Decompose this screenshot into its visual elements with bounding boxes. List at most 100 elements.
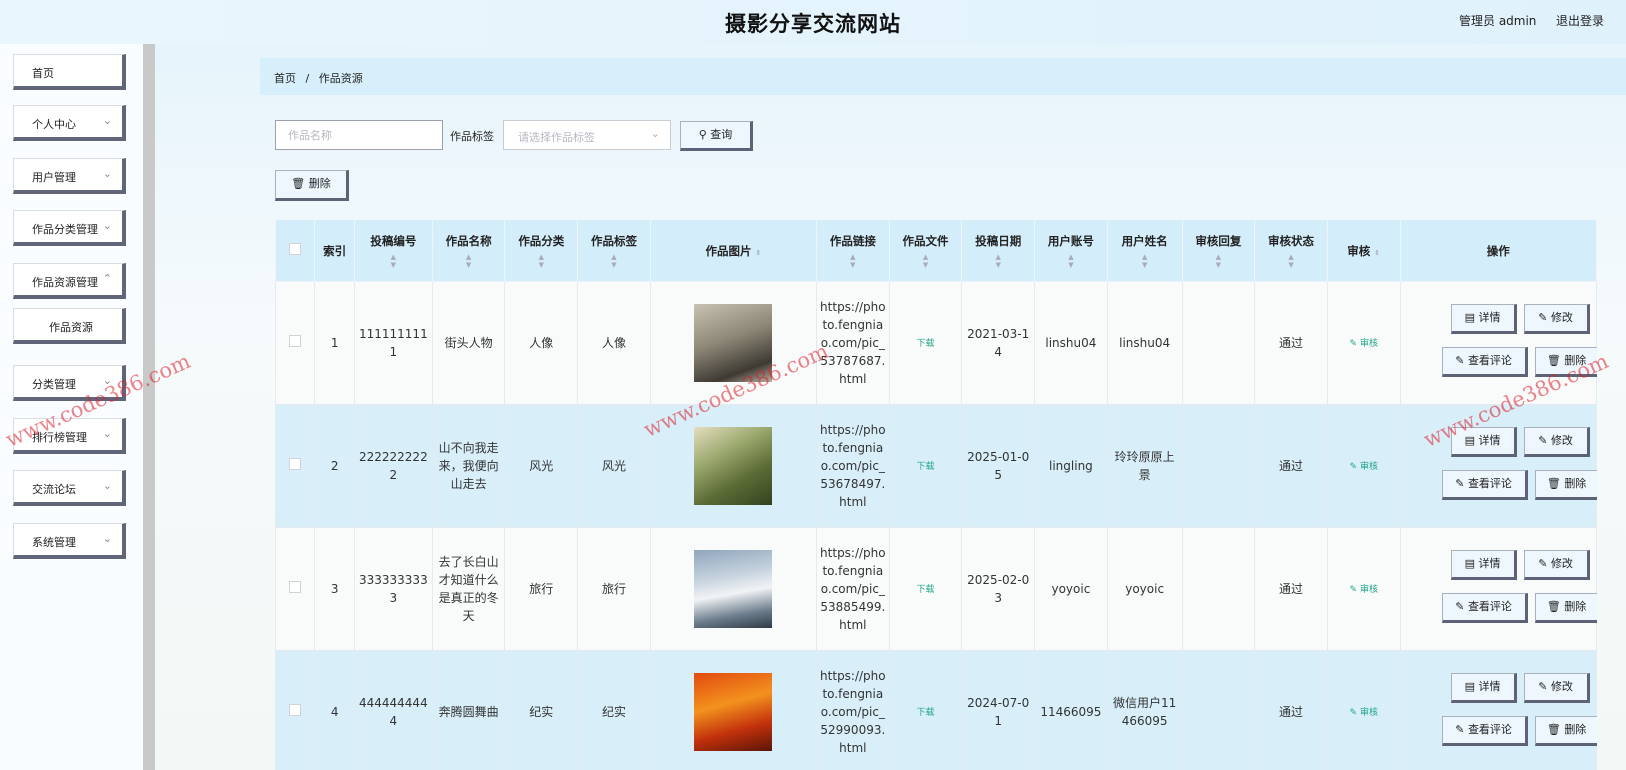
tag-filter-label: 作品标签 [450, 130, 494, 143]
cell-code: 3333333333 [353, 527, 433, 651]
cell-code: 2222222222 [353, 404, 433, 528]
trash-icon: 🗑 [1546, 354, 1561, 367]
row-checkbox[interactable] [275, 650, 316, 770]
sidebar-item-ranking[interactable]: 排行榜管理 ⌄ [13, 418, 126, 454]
edit-button[interactable]: ✎ 修改 [1523, 304, 1590, 334]
query-button[interactable]: ⚲ 查询 [680, 121, 753, 151]
view-comments-button[interactable]: ✎ 查看评论 [1441, 716, 1528, 746]
audit-link[interactable]: ✎ 审核 [1350, 585, 1378, 595]
select-all-checkbox[interactable] [275, 219, 316, 282]
edit-button[interactable]: ✎ 修改 [1523, 427, 1590, 457]
row-checkbox[interactable] [275, 281, 316, 405]
audit-link[interactable]: ✎ 审核 [1350, 462, 1378, 472]
chevron-down-icon: ⌄ [102, 167, 112, 180]
sort-icon: ▲ ▼ [1068, 252, 1074, 269]
detail-button[interactable]: ▤ 详情 [1450, 550, 1517, 580]
sort-icon: ▲ ▼ [1141, 252, 1148, 269]
cell-name: 山不向我走来，我便向山走去 [431, 404, 506, 528]
cell-category: 纪实 [504, 650, 579, 770]
audit-link[interactable]: ✎ 审核 [1350, 339, 1378, 349]
delete-button[interactable]: 🗑 删除 [1534, 347, 1597, 377]
works-table: 索引 投稿编号 ▲ ▼ 作品名称 ▲ ▼ 作品分类 ▲ ▼ 作品标签 ▲ ▼ 作品图片 ⇕ 作品… [275, 219, 1597, 770]
sidebar-item-label: 分类管理 [32, 378, 76, 391]
chevron-down-icon: ⌄ [650, 127, 660, 140]
download-link[interactable]: 下载 [917, 339, 935, 349]
cell-username: 玲玲原原上景 [1106, 404, 1183, 528]
row-actions: ▤ 详情 ✎ 修改 ✎ 查看评论 🗑 删除 [1404, 304, 1597, 382]
col-category[interactable]: 作品分类 ▲ ▼ [504, 219, 579, 282]
breadcrumb-home[interactable]: 首页 [274, 72, 296, 85]
row-checkbox[interactable] [275, 527, 316, 651]
cell-date: 2024-07-01 [961, 650, 1036, 770]
cell-category: 人像 [504, 281, 579, 405]
cell-link: https://photo.fengniao.com/pic_53787687.… [816, 281, 890, 405]
view-comments-button[interactable]: ✎ 查看评论 [1441, 593, 1528, 623]
detail-button[interactable]: ▤ 详情 [1450, 427, 1517, 457]
cell-account: lingling [1034, 404, 1108, 528]
work-thumbnail[interactable] [694, 427, 773, 505]
sidebar-item-forum[interactable]: 交流论坛 ⌄ [13, 470, 126, 506]
delete-button[interactable]: 🗑 删除 [1534, 716, 1597, 746]
cell-name: 去了长白山才知道什么是真正的冬天 [431, 527, 506, 651]
current-user: 管理员 admin [1459, 14, 1537, 28]
edit-icon: ✎ [1538, 311, 1548, 324]
edit-icon: ✎ [1455, 354, 1465, 367]
col-file[interactable]: 作品文件 ▲ ▼ [888, 219, 963, 282]
col-status[interactable]: 审核状态 ▲ ▼ [1254, 219, 1328, 282]
download-link[interactable]: 下载 [917, 708, 935, 718]
sidebar-item-classification[interactable]: 分类管理 ⌄ [13, 365, 126, 401]
cell-name: 奔腾圆舞曲 [431, 650, 506, 770]
cell-account: linshu04 [1034, 281, 1108, 405]
col-audit[interactable]: 审核 ⇕ [1326, 219, 1401, 282]
work-thumbnail[interactable] [694, 673, 773, 751]
col-index: 索引 [314, 219, 355, 282]
delete-button[interactable]: 🗑 删除 [1534, 593, 1597, 623]
view-comments-button[interactable]: ✎ 查看评论 [1441, 470, 1528, 500]
chevron-down-icon: ⌄ [102, 532, 112, 545]
sidebar-scrollbar[interactable] [143, 44, 155, 770]
edit-icon: ✎ [1455, 477, 1465, 490]
work-thumbnail[interactable] [694, 304, 773, 382]
cell-reply [1181, 404, 1256, 528]
col-link[interactable]: 作品链接 ▲ ▼ [816, 219, 890, 282]
cell-date: 2025-01-05 [961, 404, 1036, 528]
detail-button[interactable]: ▤ 详情 [1450, 673, 1517, 703]
work-thumbnail[interactable] [694, 550, 773, 628]
cell-tag: 风光 [577, 404, 651, 528]
sidebar-item-system[interactable]: 系统管理 ⌄ [13, 523, 126, 559]
sidebar-item-label: 作品分类管理 [32, 223, 98, 236]
table-row: 2 2222222222 山不向我走来，我便向山走去 风光 风光 https:/… [275, 404, 1597, 528]
edit-button[interactable]: ✎ 修改 [1523, 550, 1590, 580]
work-name-search-input[interactable] [275, 120, 443, 150]
col-tag[interactable]: 作品标签 ▲ ▼ [577, 219, 651, 282]
sidebar-item-home[interactable]: 首页 [13, 54, 126, 90]
sort-icon: ▲ ▼ [465, 252, 472, 269]
col-username[interactable]: 用户姓名 ▲ ▼ [1106, 219, 1183, 282]
col-name[interactable]: 作品名称 ▲ ▼ [431, 219, 506, 282]
col-account[interactable]: 用户账号 ▲ ▼ [1034, 219, 1108, 282]
delete-button[interactable]: 🗑 删除 [1534, 470, 1597, 500]
col-reply[interactable]: 审核回复 ▲ ▼ [1181, 219, 1256, 282]
col-code[interactable]: 投稿编号 ▲ ▼ [353, 219, 433, 282]
col-image[interactable]: 作品图片 ⇕ [649, 219, 818, 282]
col-date[interactable]: 投稿日期 ▲ ▼ [961, 219, 1036, 282]
edit-icon: ✎ [1349, 585, 1358, 595]
logout-link[interactable]: 退出登录 [1556, 12, 1604, 29]
detail-button[interactable]: ▤ 详情 [1450, 304, 1517, 334]
sidebar-item-category-management[interactable]: 作品分类管理 ⌄ [13, 210, 126, 246]
sidebar-item-personal-center[interactable]: 个人中心 ⌄ [13, 105, 126, 141]
sidebar-item-user-management[interactable]: 用户管理 ⌄ [13, 158, 126, 194]
edit-button[interactable]: ✎ 修改 [1523, 673, 1590, 703]
edit-icon: ✎ [1349, 708, 1358, 718]
row-actions: ▤ 详情 ✎ 修改 ✎ 查看评论 🗑 删除 [1404, 550, 1597, 628]
sidebar-item-label: 作品资源 [49, 321, 93, 334]
download-link[interactable]: 下载 [917, 462, 935, 472]
sidebar-subitem-resources[interactable]: 作品资源 [13, 308, 126, 344]
download-link[interactable]: 下载 [917, 585, 935, 595]
row-checkbox[interactable] [275, 404, 316, 528]
tag-filter-select[interactable]: 请选择作品标签 ⌄ [503, 120, 671, 150]
sidebar-item-resource-management[interactable]: 作品资源管理 ⌃ [13, 263, 126, 299]
audit-link[interactable]: ✎ 审核 [1350, 708, 1378, 718]
view-comments-button[interactable]: ✎ 查看评论 [1441, 347, 1528, 377]
batch-delete-button[interactable]: 🗑 删除 [275, 170, 349, 201]
